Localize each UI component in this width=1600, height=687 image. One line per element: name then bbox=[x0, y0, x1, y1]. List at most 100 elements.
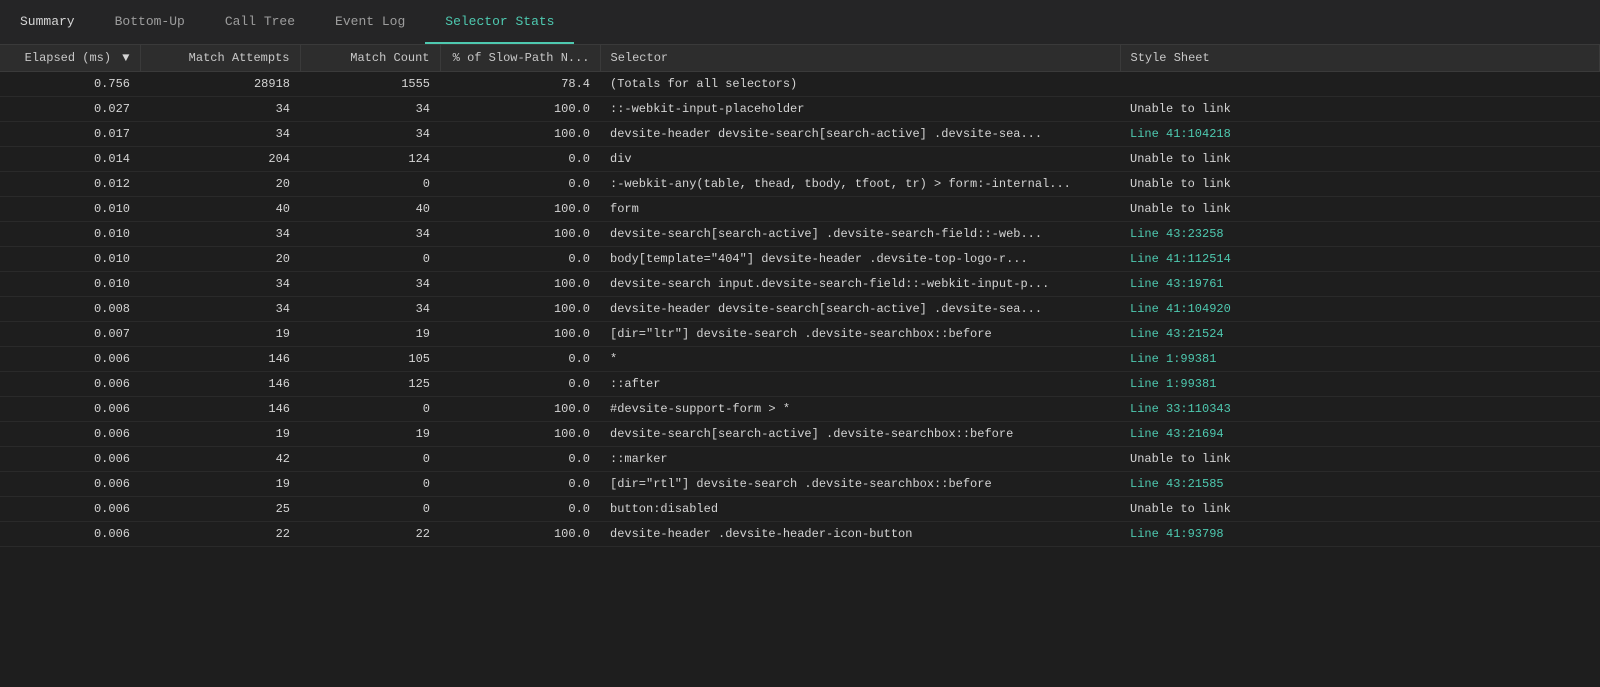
cell-elapsed: 0.010 bbox=[0, 247, 140, 272]
cell-match-attempts: 34 bbox=[140, 222, 300, 247]
stylesheet-link[interactable]: Line 43:21585 bbox=[1130, 477, 1224, 491]
cell-pct-slow: 100.0 bbox=[440, 297, 600, 322]
cell-stylesheet: Unable to link bbox=[1120, 197, 1600, 222]
stylesheet-link[interactable]: Line 43:23258 bbox=[1130, 227, 1224, 241]
cell-stylesheet[interactable]: Line 1:99381 bbox=[1120, 347, 1600, 372]
cell-pct-slow: 100.0 bbox=[440, 422, 600, 447]
table-row: 0.0103434100.0devsite-search[search-acti… bbox=[0, 222, 1600, 247]
cell-match-count: 0 bbox=[300, 447, 440, 472]
cell-selector: ::after bbox=[600, 372, 1120, 397]
cell-elapsed: 0.756 bbox=[0, 72, 140, 97]
cell-match-count: 22 bbox=[300, 522, 440, 547]
cell-match-count: 125 bbox=[300, 372, 440, 397]
cell-selector: [dir="ltr"] devsite-search .devsite-sear… bbox=[600, 322, 1120, 347]
cell-match-attempts: 40 bbox=[140, 197, 300, 222]
table-row: 0.0061460100.0#devsite-support-form > *L… bbox=[0, 397, 1600, 422]
stylesheet-link[interactable]: Line 33:110343 bbox=[1130, 402, 1231, 416]
cell-pct-slow: 100.0 bbox=[440, 397, 600, 422]
cell-match-count: 34 bbox=[300, 297, 440, 322]
col-header-match-count: Match Count bbox=[300, 45, 440, 72]
tab-selector-stats[interactable]: Selector Stats bbox=[425, 0, 574, 44]
cell-stylesheet bbox=[1120, 72, 1600, 97]
cell-selector: devsite-search[search-active] .devsite-s… bbox=[600, 222, 1120, 247]
stylesheet-link[interactable]: Line 41:112514 bbox=[1130, 252, 1231, 266]
cell-match-attempts: 20 bbox=[140, 172, 300, 197]
cell-pct-slow: 78.4 bbox=[440, 72, 600, 97]
cell-selector: ::-webkit-input-placeholder bbox=[600, 97, 1120, 122]
table-row: 0.0273434100.0::-webkit-input-placeholde… bbox=[0, 97, 1600, 122]
cell-elapsed: 0.027 bbox=[0, 97, 140, 122]
tab-call-tree[interactable]: Call Tree bbox=[205, 0, 315, 44]
cell-selector: #devsite-support-form > * bbox=[600, 397, 1120, 422]
stylesheet-link[interactable]: Line 43:21694 bbox=[1130, 427, 1224, 441]
cell-pct-slow: 100.0 bbox=[440, 222, 600, 247]
cell-match-count: 105 bbox=[300, 347, 440, 372]
tab-event-log[interactable]: Event Log bbox=[315, 0, 425, 44]
cell-stylesheet[interactable]: Line 43:19761 bbox=[1120, 272, 1600, 297]
cell-selector: devsite-search input.devsite-search-fiel… bbox=[600, 272, 1120, 297]
cell-selector: button:disabled bbox=[600, 497, 1120, 522]
cell-elapsed: 0.010 bbox=[0, 222, 140, 247]
cell-match-attempts: 19 bbox=[140, 322, 300, 347]
cell-match-count: 0 bbox=[300, 397, 440, 422]
cell-stylesheet[interactable]: Line 43:21585 bbox=[1120, 472, 1600, 497]
cell-elapsed: 0.006 bbox=[0, 472, 140, 497]
cell-match-count: 34 bbox=[300, 122, 440, 147]
cell-stylesheet[interactable]: Line 41:104218 bbox=[1120, 122, 1600, 147]
cell-match-count: 40 bbox=[300, 197, 440, 222]
cell-selector: div bbox=[600, 147, 1120, 172]
cell-stylesheet[interactable]: Line 41:93798 bbox=[1120, 522, 1600, 547]
sort-arrow-icon: ▼ bbox=[122, 51, 129, 65]
table-row: 0.0104040100.0formUnable to link bbox=[0, 197, 1600, 222]
table-body: 0.75628918155578.4(Totals for all select… bbox=[0, 72, 1600, 547]
col-header-elapsed[interactable]: Elapsed (ms) ▼ bbox=[0, 45, 140, 72]
stylesheet-link[interactable]: Line 43:19761 bbox=[1130, 277, 1224, 291]
table-row: 0.0142041240.0divUnable to link bbox=[0, 147, 1600, 172]
tab-summary[interactable]: Summary bbox=[0, 0, 95, 44]
cell-stylesheet[interactable]: Line 33:110343 bbox=[1120, 397, 1600, 422]
cell-stylesheet[interactable]: Line 43:21694 bbox=[1120, 422, 1600, 447]
table-row: 0.0061900.0[dir="rtl"] devsite-search .d… bbox=[0, 472, 1600, 497]
cell-stylesheet[interactable]: Line 43:23258 bbox=[1120, 222, 1600, 247]
cell-match-count: 1555 bbox=[300, 72, 440, 97]
cell-pct-slow: 100.0 bbox=[440, 197, 600, 222]
cell-pct-slow: 0.0 bbox=[440, 497, 600, 522]
stylesheet-link[interactable]: Line 41:93798 bbox=[1130, 527, 1224, 541]
cell-match-attempts: 19 bbox=[140, 422, 300, 447]
stylesheet-link[interactable]: Line 1:99381 bbox=[1130, 352, 1216, 366]
cell-pct-slow: 0.0 bbox=[440, 172, 600, 197]
cell-selector: form bbox=[600, 197, 1120, 222]
cell-pct-slow: 100.0 bbox=[440, 322, 600, 347]
cell-match-attempts: 19 bbox=[140, 472, 300, 497]
tab-bar: SummaryBottom-UpCall TreeEvent LogSelect… bbox=[0, 0, 1600, 45]
tab-bottom-up[interactable]: Bottom-Up bbox=[95, 0, 205, 44]
stylesheet-link[interactable]: Line 41:104218 bbox=[1130, 127, 1231, 141]
table-row: 0.0062222100.0devsite-header .devsite-he… bbox=[0, 522, 1600, 547]
stylesheet-link[interactable]: Line 43:21524 bbox=[1130, 327, 1224, 341]
cell-match-count: 0 bbox=[300, 472, 440, 497]
table-container: Elapsed (ms) ▼ Match Attempts Match Coun… bbox=[0, 45, 1600, 687]
cell-match-count: 19 bbox=[300, 422, 440, 447]
cell-stylesheet[interactable]: Line 41:112514 bbox=[1120, 247, 1600, 272]
stylesheet-link[interactable]: Line 41:104920 bbox=[1130, 302, 1231, 316]
cell-elapsed: 0.006 bbox=[0, 447, 140, 472]
cell-match-attempts: 34 bbox=[140, 272, 300, 297]
cell-pct-slow: 100.0 bbox=[440, 97, 600, 122]
cell-stylesheet[interactable]: Line 1:99381 bbox=[1120, 372, 1600, 397]
cell-match-count: 0 bbox=[300, 497, 440, 522]
table-row: 0.75628918155578.4(Totals for all select… bbox=[0, 72, 1600, 97]
cell-pct-slow: 100.0 bbox=[440, 122, 600, 147]
col-header-stylesheet: Style Sheet bbox=[1120, 45, 1600, 72]
stylesheet-link[interactable]: Line 1:99381 bbox=[1130, 377, 1216, 391]
table-row: 0.0103434100.0devsite-search input.devsi… bbox=[0, 272, 1600, 297]
cell-stylesheet: Unable to link bbox=[1120, 172, 1600, 197]
cell-selector: (Totals for all selectors) bbox=[600, 72, 1120, 97]
table-row: 0.0173434100.0devsite-header devsite-sea… bbox=[0, 122, 1600, 147]
cell-stylesheet[interactable]: Line 43:21524 bbox=[1120, 322, 1600, 347]
cell-selector: devsite-header .devsite-header-icon-butt… bbox=[600, 522, 1120, 547]
cell-stylesheet[interactable]: Line 41:104920 bbox=[1120, 297, 1600, 322]
table-row: 0.0122000.0:-webkit-any(table, thead, tb… bbox=[0, 172, 1600, 197]
table-row: 0.0071919100.0[dir="ltr"] devsite-search… bbox=[0, 322, 1600, 347]
cell-match-attempts: 34 bbox=[140, 122, 300, 147]
cell-match-attempts: 42 bbox=[140, 447, 300, 472]
